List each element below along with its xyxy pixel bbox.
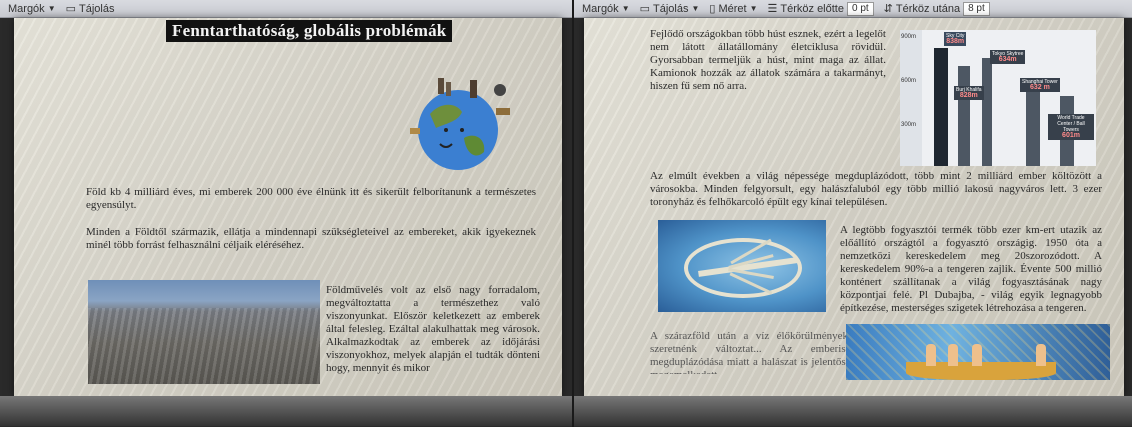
farmland-image [88,280,320,384]
right-ribbon: Margók ▼ ▭ Tájolás ▼ ▯ Méret ▼ ☰ Térköz előtte… [574,0,1132,18]
screen-bezel [574,396,1132,426]
tower-burj-khalifa [958,66,970,166]
tower-tag: Burj Khalifa 828m [954,86,984,100]
spacing-after-input[interactable]: 8 pt [963,1,990,16]
spacing-icon: ☰ [767,3,778,15]
tower-sky-city [934,48,948,166]
tower-tag: Sky City 838m [944,32,967,46]
axis-label: 300m [901,122,917,128]
skyscraper-infographic: 900m 600m 300m Sky City 838m Burj Khalifa… [900,30,1096,166]
screen-bezel [0,396,572,426]
palm-island-image [658,220,826,312]
fishing-image [846,324,1110,380]
tower-shanghai [1026,88,1040,166]
paragraph-3: Földművelés volt az első nagy forradalom… [326,284,540,374]
orientation-icon: ▭ [639,3,651,15]
page-size-icon: ▯ [709,3,716,15]
tower-tag: Shanghai Tower 632 m [1020,78,1060,92]
tower-tokyo-skytree [982,58,992,166]
globe-illustration [410,78,510,170]
orientation-menu[interactable]: ▭ Tájolás ▼ [639,2,700,16]
spacing-icon: ⇵ [883,3,893,15]
axis-label: 600m [901,78,917,84]
left-ribbon: Margók ▼ ▭ Tájolás [0,0,572,18]
document-page-left: Fenntarthatóság, globális problémák Föld… [14,18,562,396]
margins-menu[interactable]: Margók ▼ [8,3,56,15]
spacing-after: ⇵ Térköz utána 8 pt [883,1,990,16]
tower-tag: World Trade Center / Ball Towers 601m [1048,114,1094,140]
paragraph-2: Minden a Földtől származik, ellátja a mi… [86,226,536,251]
orientation-menu[interactable]: ▭ Tájolás [65,2,115,16]
axis-label: 900m [901,34,917,40]
paragraph-6: A legtöbb fogyasztói termék több ezer km… [840,224,1102,314]
left-photo: Margók ▼ ▭ Tájolás Fenntarthatóság, globál… [0,0,572,427]
spacing-before-input[interactable]: 0 pt [846,1,874,16]
document-page-right: Fejlődő országokban több húst esznek, ez… [584,18,1124,396]
chevron-down-icon: ▼ [621,4,630,13]
page-title: Fenntarthatóság, globális problémák [166,20,453,42]
size-menu[interactable]: ▯ Méret ▼ [709,2,758,16]
chevron-down-icon: ▼ [749,4,758,13]
height-axis [900,30,922,166]
paragraph-5: Az elmúlt években a világ népessége megd… [650,170,1102,208]
chevron-down-icon: ▼ [691,4,700,13]
chevron-down-icon: ▼ [47,4,56,13]
paragraph-7: A szárazföld után a víz élőkörülményeket… [650,330,856,374]
paragraph-1: Föld kb 4 milliárd éves, mi emberek 200 … [86,186,536,211]
orientation-icon: ▭ [65,3,77,15]
tower-tag: Tokyo Skytree 634m [990,50,1026,64]
margins-menu[interactable]: Margók ▼ [582,3,630,15]
spacing-before: ☰ Térköz előtte 0 pt [767,1,874,16]
paragraph-4: Fejlődő országokban több húst esznek, ez… [650,28,886,92]
right-photo: Margók ▼ ▭ Tájolás ▼ ▯ Méret ▼ ☰ Térköz előtte… [574,0,1132,427]
